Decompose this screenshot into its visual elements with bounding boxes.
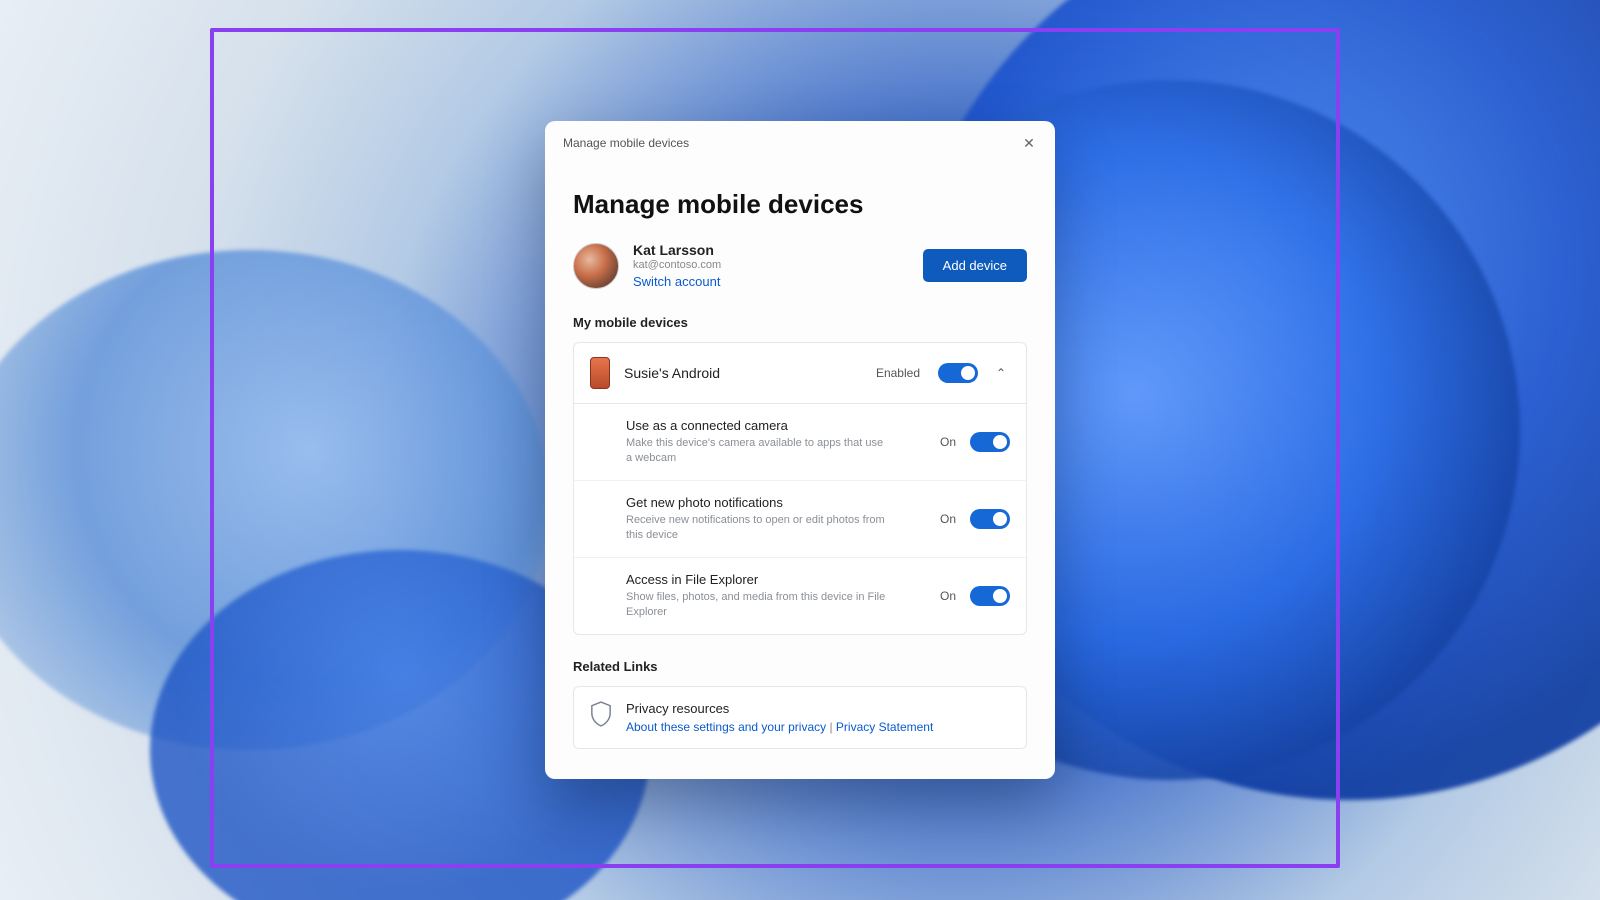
option-state: On	[940, 512, 956, 526]
option-state: On	[940, 589, 956, 603]
window-caption: Manage mobile devices	[563, 136, 689, 150]
shield-icon	[590, 701, 612, 727]
device-header-row[interactable]: Susie's Android Enabled ⌃	[574, 343, 1026, 404]
manage-mobile-devices-dialog: Manage mobile devices ✕ Manage mobile de…	[545, 121, 1055, 778]
option-desc: Show files, photos, and media from this …	[626, 590, 886, 620]
option-title: Use as a connected camera	[626, 418, 926, 433]
option-photo-notifications: Get new photo notifications Receive new …	[574, 481, 1026, 558]
device-enabled-label: Enabled	[876, 366, 920, 380]
desktop-background: Manage mobile devices ✕ Manage mobile de…	[0, 0, 1600, 900]
add-device-button[interactable]: Add device	[923, 249, 1027, 282]
avatar	[573, 243, 619, 289]
account-email: kat@contoso.com	[633, 259, 909, 271]
option-title: Get new photo notifications	[626, 495, 926, 510]
option-connected-camera: Use as a connected camera Make this devi…	[574, 404, 1026, 481]
device-card: Susie's Android Enabled ⌃ Use as a conne…	[573, 342, 1027, 634]
option-state: On	[940, 435, 956, 449]
close-icon[interactable]: ✕	[1017, 131, 1041, 155]
privacy-card: Privacy resources About these settings a…	[573, 686, 1027, 749]
option-desc: Make this device's camera available to a…	[626, 436, 886, 466]
separator: |	[826, 720, 836, 734]
privacy-title: Privacy resources	[626, 701, 933, 716]
switch-account-link[interactable]: Switch account	[633, 274, 909, 289]
account-name: Kat Larsson	[633, 242, 909, 258]
my-devices-label: My mobile devices	[573, 315, 1027, 330]
option-file-explorer: Access in File Explorer Show files, phot…	[574, 558, 1026, 634]
option-desc: Receive new notifications to open or edi…	[626, 513, 886, 543]
option-title: Access in File Explorer	[626, 572, 926, 587]
page-title: Manage mobile devices	[573, 189, 1027, 220]
device-name: Susie's Android	[624, 365, 862, 381]
privacy-statement-link[interactable]: Privacy Statement	[836, 720, 933, 734]
device-enabled-toggle[interactable]	[938, 363, 978, 383]
chevron-up-icon[interactable]: ⌃	[992, 366, 1010, 380]
connected-camera-toggle[interactable]	[970, 432, 1010, 452]
privacy-about-link[interactable]: About these settings and your privacy	[626, 720, 826, 734]
account-row: Kat Larsson kat@contoso.com Switch accou…	[573, 242, 1027, 289]
phone-icon	[590, 357, 610, 389]
photo-notifications-toggle[interactable]	[970, 509, 1010, 529]
file-explorer-toggle[interactable]	[970, 586, 1010, 606]
related-links-label: Related Links	[573, 659, 1027, 674]
